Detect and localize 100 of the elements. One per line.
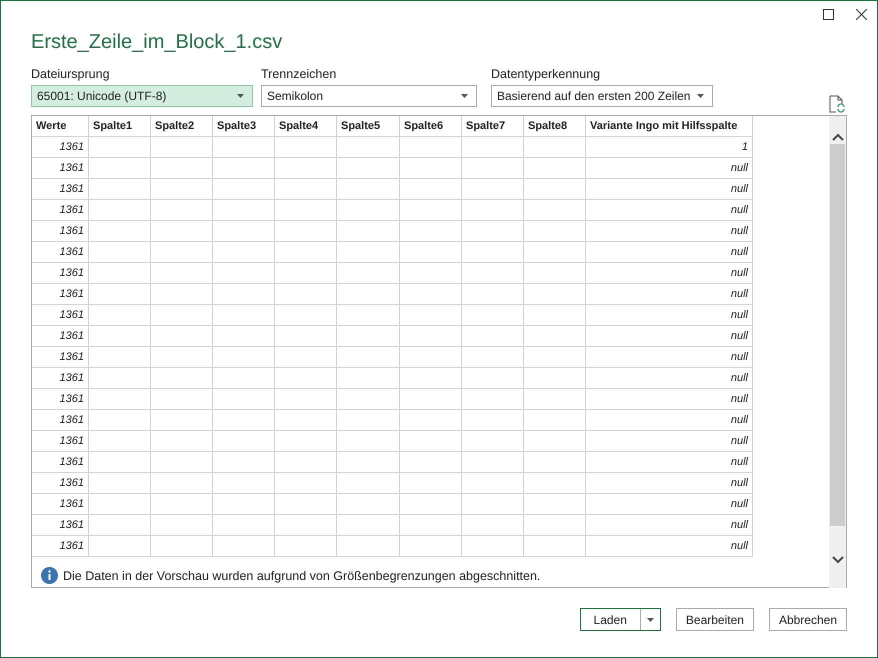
column-header[interactable]: Spalte2 (151, 116, 213, 137)
empty-cell (275, 347, 337, 368)
empty-cell (89, 410, 151, 431)
table-cell: 1361 (32, 221, 89, 242)
close-icon[interactable] (856, 9, 867, 20)
table-cell: 1361 (32, 326, 89, 347)
empty-cell (275, 410, 337, 431)
maximize-icon[interactable] (823, 9, 834, 20)
table-cell: 1 (586, 137, 753, 158)
empty-cell (337, 179, 400, 200)
caret-icon (697, 94, 704, 98)
empty-cell (151, 305, 213, 326)
empty-cell (524, 473, 586, 494)
column-header[interactable]: Spalte4 (275, 116, 337, 137)
empty-cell (400, 368, 462, 389)
empty-cell (524, 179, 586, 200)
empty-cell (275, 536, 337, 557)
empty-cell (213, 515, 275, 536)
empty-cell (275, 431, 337, 452)
empty-cell (275, 389, 337, 410)
column-header[interactable]: Variante Ingo mit Hilfsspalte (586, 116, 753, 137)
table-cell: null (586, 368, 753, 389)
empty-cell (151, 242, 213, 263)
empty-cell (524, 263, 586, 284)
column-header[interactable]: Spalte7 (462, 116, 524, 137)
empty-cell (462, 431, 524, 452)
dropdown[interactable]: Basierend auf den ersten 200 Zeilen (491, 85, 713, 107)
empty-cell (89, 515, 151, 536)
empty-cell (524, 221, 586, 242)
empty-cell (400, 410, 462, 431)
column-header[interactable]: Spalte8 (524, 116, 586, 137)
file-refresh-icon[interactable] (829, 95, 845, 113)
empty-cell (151, 158, 213, 179)
table-cell: 1361 (32, 494, 89, 515)
table-cell: 1361 (32, 158, 89, 179)
empty-cell (151, 368, 213, 389)
column-header[interactable]: Spalte1 (89, 116, 151, 137)
empty-cell (275, 452, 337, 473)
empty-cell (89, 494, 151, 515)
table-cell: null (586, 200, 753, 221)
empty-cell (462, 452, 524, 473)
table-cell: null (586, 494, 753, 515)
empty-cell (462, 242, 524, 263)
empty-cell (213, 389, 275, 410)
scrollbar[interactable] (829, 116, 846, 588)
empty-cell (89, 200, 151, 221)
empty-cell (275, 242, 337, 263)
empty-cell (213, 368, 275, 389)
empty-cell (275, 515, 337, 536)
empty-cell (151, 536, 213, 557)
table-cell: 1361 (32, 242, 89, 263)
table-cell: 1361 (32, 284, 89, 305)
empty-cell (462, 368, 524, 389)
empty-cell (337, 284, 400, 305)
empty-cell (524, 347, 586, 368)
empty-cell (151, 515, 213, 536)
empty-cell (275, 158, 337, 179)
empty-cell (213, 494, 275, 515)
dropdown[interactable]: Semikolon (261, 85, 477, 107)
empty-cell (462, 494, 524, 515)
table-cell: null (586, 221, 753, 242)
empty-cell (151, 326, 213, 347)
scroll-down-icon[interactable] (832, 556, 844, 564)
empty-cell (89, 431, 151, 452)
empty-cell (89, 242, 151, 263)
table-cell: null (586, 515, 753, 536)
table-cell: null (586, 158, 753, 179)
column-header[interactable]: Spalte5 (337, 116, 400, 137)
table-cell: 1361 (32, 431, 89, 452)
empty-cell (151, 284, 213, 305)
dialog-button[interactable]: Abbrechen (768, 608, 847, 631)
empty-cell (400, 515, 462, 536)
dropdown[interactable]: 65001: Unicode (UTF-8) (31, 85, 253, 107)
column-header[interactable]: Werte (32, 116, 89, 137)
dialog-button[interactable]: Bearbeiten (676, 608, 754, 631)
empty-cell (337, 326, 400, 347)
table-cell: null (586, 347, 753, 368)
column-header[interactable]: Spalte6 (400, 116, 462, 137)
scroll-up-icon[interactable] (832, 133, 844, 141)
empty-cell (462, 389, 524, 410)
empty-cell (400, 431, 462, 452)
caret-icon (646, 618, 654, 622)
empty-cell (400, 326, 462, 347)
table-cell: null (586, 242, 753, 263)
empty-cell (151, 431, 213, 452)
empty-cell (275, 221, 337, 242)
empty-cell (524, 137, 586, 158)
column-header[interactable]: Spalte3 (213, 116, 275, 137)
empty-cell (524, 284, 586, 305)
empty-cell (400, 221, 462, 242)
empty-cell (213, 221, 275, 242)
empty-cell (89, 326, 151, 347)
empty-cell (400, 179, 462, 200)
table-cell: null (586, 326, 753, 347)
empty-cell (213, 326, 275, 347)
empty-cell (151, 347, 213, 368)
empty-cell (524, 494, 586, 515)
info-message: Die Daten in der Vorschau wurden aufgrund von Größenbegrenzungen abgeschnitten. (63, 568, 540, 582)
empty-cell (337, 137, 400, 158)
empty-cell (462, 347, 524, 368)
